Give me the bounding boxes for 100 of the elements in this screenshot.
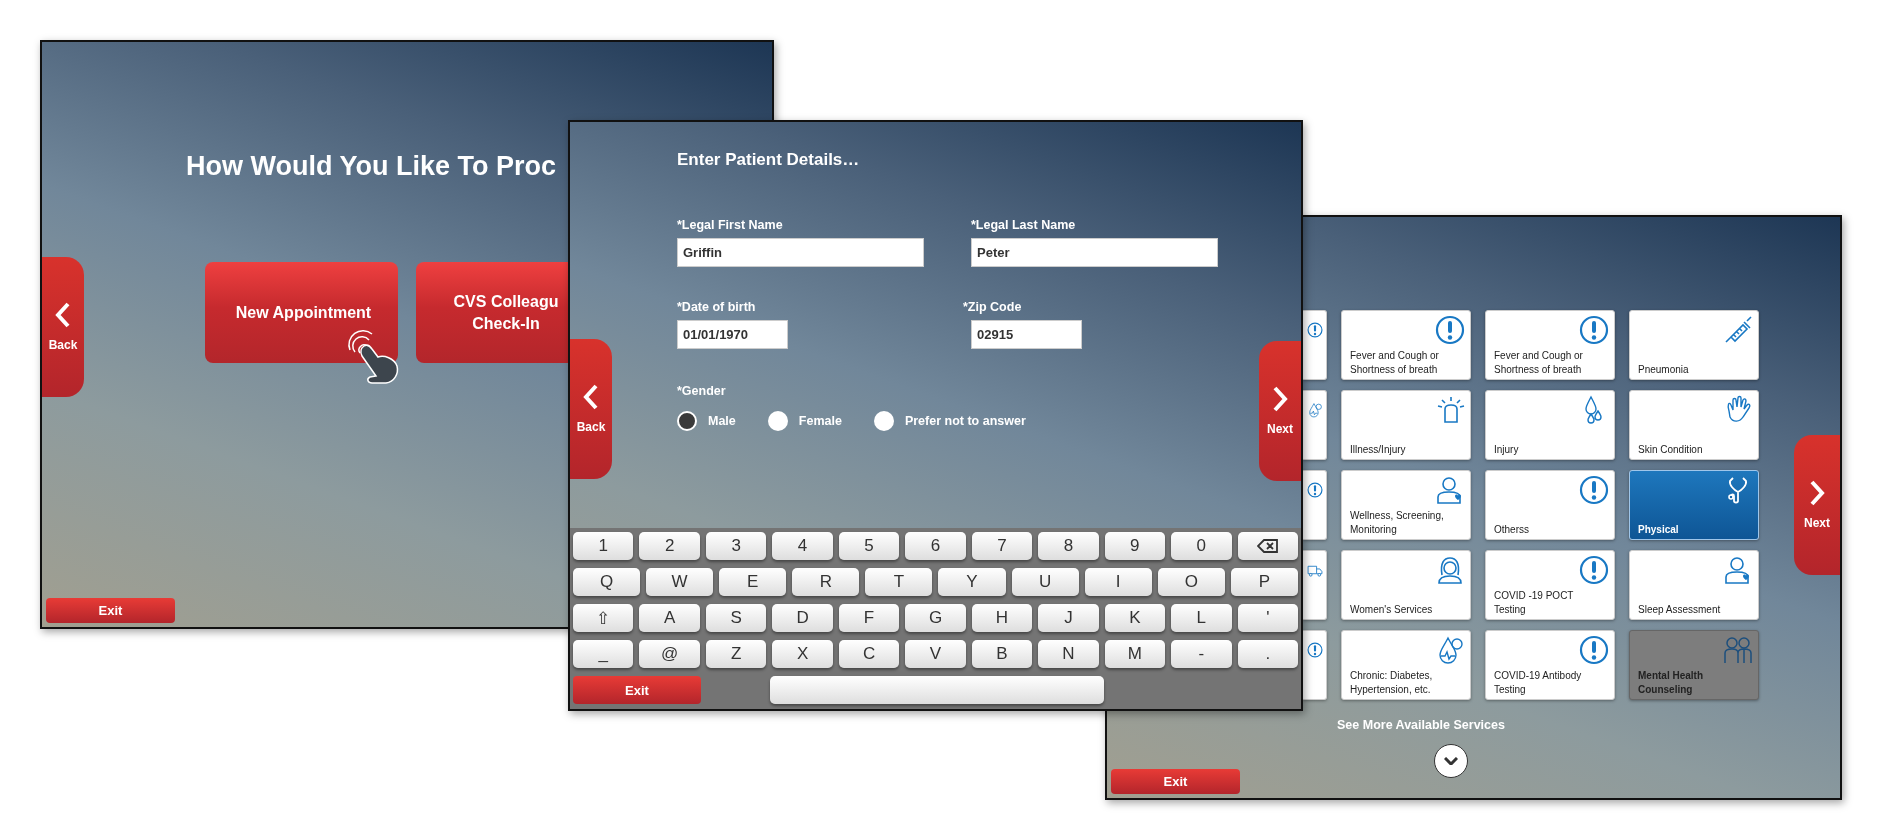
- keyboard-key[interactable]: Z: [705, 640, 767, 668]
- back-button[interactable]: Back: [570, 339, 612, 479]
- service-tile[interactable]: Wellness, Screening, Monitoring: [1341, 470, 1471, 540]
- text-field[interactable]: 02915: [971, 320, 1082, 349]
- radio-label: Male: [708, 414, 736, 428]
- text-field[interactable]: Peter: [971, 238, 1218, 267]
- option-button[interactable]: New Appointment: [205, 262, 398, 363]
- option-button[interactable]: CVS Colleagu Check-In: [416, 262, 568, 363]
- next-button[interactable]: Next: [1259, 341, 1301, 481]
- service-tile[interactable]: Otherss: [1485, 470, 1615, 540]
- service-tile[interactable]: Chronic: Diabetes, Hypertension, etc.: [1341, 630, 1471, 700]
- keyboard-key[interactable]: A: [639, 604, 700, 632]
- radio-button[interactable]: [677, 411, 697, 431]
- screen-title: Enter Patient Details…: [677, 150, 861, 170]
- keyboard-key[interactable]: 9: [1104, 532, 1166, 560]
- exclamation-circle-icon: [1579, 555, 1609, 585]
- radio-button[interactable]: [873, 411, 894, 431]
- keyboard-key[interactable]: 2: [639, 532, 700, 560]
- field-label: *Legal Last Name: [971, 218, 1077, 232]
- service-tile[interactable]: Physical: [1629, 470, 1759, 540]
- service-tile[interactable]: [1303, 310, 1327, 380]
- exclamation-circle-icon: [1435, 315, 1465, 345]
- keyboard-key[interactable]: P: [1230, 568, 1298, 596]
- keyboard-key[interactable]: .: [1237, 640, 1298, 668]
- keyboard-key[interactable]: W: [646, 568, 714, 596]
- service-tile[interactable]: Sleep Assessment: [1629, 550, 1759, 620]
- service-tile[interactable]: [1303, 550, 1327, 620]
- keyboard-key[interactable]: U: [1011, 568, 1079, 596]
- keyboard-key[interactable]: D: [772, 604, 833, 632]
- keyboard-key[interactable]: Y: [938, 568, 1006, 596]
- keyboard-key[interactable]: H: [971, 604, 1033, 632]
- keyboard-key[interactable]: 4: [772, 532, 833, 560]
- keyboard-key[interactable]: I: [1084, 568, 1152, 596]
- text-field[interactable]: 01/01/1970: [677, 320, 788, 349]
- keyboard-key[interactable]: 7: [971, 532, 1033, 560]
- keyboard-key[interactable]: 6: [905, 532, 966, 560]
- exit-button[interactable]: Exit: [46, 598, 175, 623]
- keyboard-key[interactable]: R: [792, 568, 860, 596]
- field-label: *Gender: [677, 384, 727, 398]
- keyboard-key[interactable]: 5: [838, 532, 900, 560]
- service-tile[interactable]: Skin Condition: [1629, 390, 1759, 460]
- field-label: *Zip Code: [963, 300, 1023, 314]
- service-tile[interactable]: Fever and Cough or Shortness of breath: [1341, 310, 1471, 380]
- keyboard-key[interactable]: T: [865, 568, 933, 596]
- backspace-key[interactable]: [1237, 532, 1298, 560]
- keyboard-key[interactable]: 3: [705, 532, 767, 560]
- service-tile[interactable]: Injury: [1485, 390, 1615, 460]
- keyboard-key[interactable]: L: [1171, 604, 1232, 632]
- radio-label: Female: [798, 414, 842, 428]
- field-label: *Legal First Name: [677, 218, 784, 232]
- keyboard-key[interactable]: _: [573, 640, 634, 668]
- keyboard-key[interactable]: E: [719, 568, 787, 596]
- keyboard-key[interactable]: S: [705, 604, 767, 632]
- radio-label: Prefer not to answer: [904, 414, 1026, 428]
- scroll-down-button[interactable]: [1434, 744, 1468, 778]
- keyboard-key[interactable]: 8: [1038, 532, 1099, 560]
- chevron-right-icon: [1273, 386, 1287, 412]
- keyboard-key[interactable]: B: [971, 640, 1033, 668]
- keyboard-key[interactable]: F: [838, 604, 900, 632]
- keyboard-key[interactable]: ⇧: [573, 604, 634, 632]
- keyboard-key[interactable]: V: [905, 640, 966, 668]
- exit-button[interactable]: Exit: [1111, 769, 1240, 794]
- keyboard-key[interactable]: M: [1104, 640, 1166, 668]
- radio-button[interactable]: [767, 411, 788, 431]
- exit-button[interactable]: Exit: [573, 676, 701, 704]
- keyboard-key[interactable]: 0: [1171, 532, 1232, 560]
- screen-title: How Would You Like To Proc: [186, 151, 556, 182]
- keyboard-key[interactable]: ': [1237, 604, 1298, 632]
- service-tile[interactable]: Fever and Cough or Shortness of breath: [1485, 310, 1615, 380]
- keyboard-key[interactable]: K: [1104, 604, 1166, 632]
- keyboard-key[interactable]: O: [1157, 568, 1225, 596]
- text-field[interactable]: Griffin: [677, 238, 924, 267]
- keyboard-key[interactable]: @: [639, 640, 700, 668]
- chevron-down-icon: [1444, 757, 1458, 765]
- service-tile[interactable]: [1303, 390, 1327, 460]
- keyboard-key[interactable]: -: [1171, 640, 1232, 668]
- keyboard-key[interactable]: J: [1038, 604, 1099, 632]
- keyboard-key[interactable]: G: [905, 604, 966, 632]
- exclamation-circle-icon: [1579, 475, 1609, 505]
- keyboard-key[interactable]: X: [772, 640, 833, 668]
- exclamation-circle-icon: [1579, 315, 1609, 345]
- field-label: *Date of birth: [677, 300, 757, 314]
- service-tile[interactable]: Women's Services: [1341, 550, 1471, 620]
- service-tile[interactable]: [1303, 630, 1327, 700]
- chevron-left-icon: [56, 302, 70, 328]
- next-button[interactable]: Next: [1794, 435, 1840, 575]
- service-tile[interactable]: [1303, 470, 1327, 540]
- back-button[interactable]: Back: [42, 257, 84, 397]
- siren-light-icon: [1435, 395, 1465, 425]
- see-more-label: See More Available Services: [1337, 718, 1505, 732]
- keyboard-key[interactable]: C: [838, 640, 900, 668]
- chevron-right-icon: [1810, 480, 1824, 506]
- keyboard-key[interactable]: Q: [573, 568, 641, 596]
- service-tile[interactable]: Illness/Injury: [1341, 390, 1471, 460]
- service-tile[interactable]: COVID -19 POCT Testing: [1485, 550, 1615, 620]
- service-tile[interactable]: Pneumonia: [1629, 310, 1759, 380]
- keyboard-key[interactable]: 1: [573, 532, 634, 560]
- exclamation-circle-icon: [1579, 635, 1609, 665]
- keyboard-key[interactable]: N: [1038, 640, 1099, 668]
- service-tile[interactable]: COVID-19 Antibody Testing: [1485, 630, 1615, 700]
